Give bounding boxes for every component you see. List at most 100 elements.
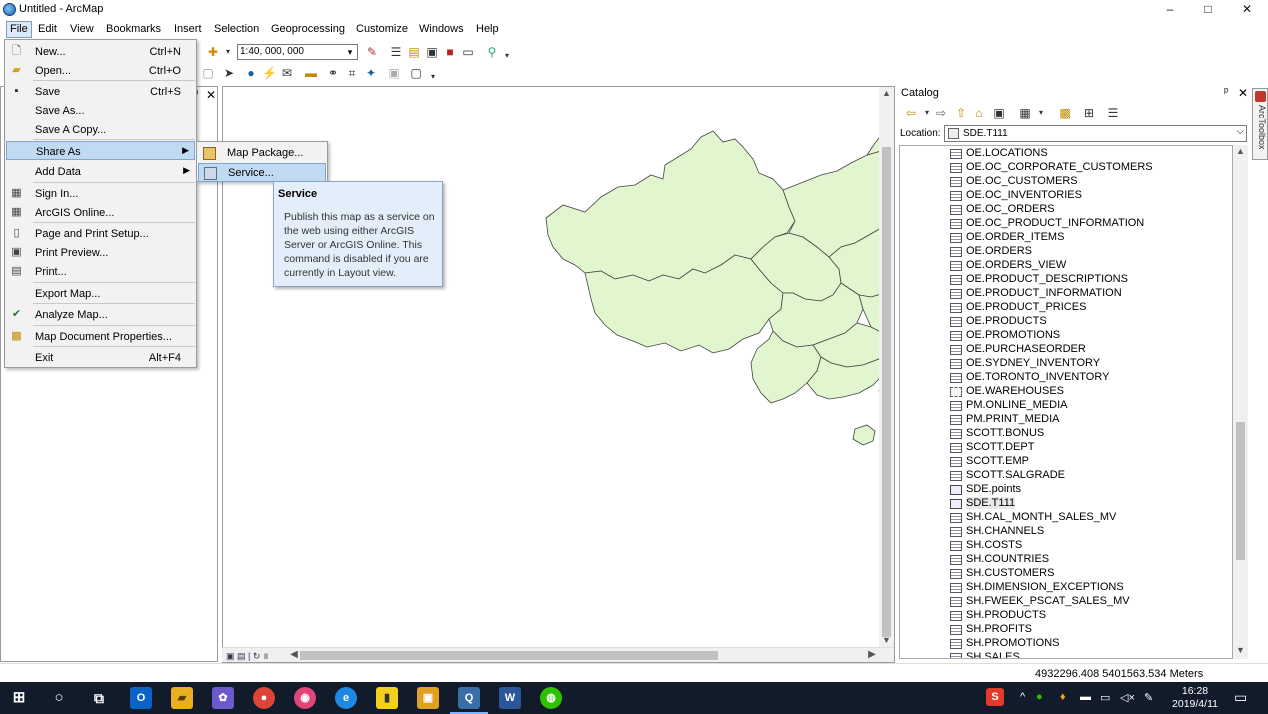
catalog-window-icon[interactable]: ▤ [407, 45, 421, 59]
arccatalog-icon[interactable]: ▣ [417, 687, 439, 709]
location-combo[interactable]: SDE.T111 ⌵ [944, 125, 1247, 142]
map-vertical-scrollbar[interactable]: ▲ ▼ [879, 87, 894, 647]
time-slider-icon[interactable]: ▣ [387, 66, 401, 80]
scroll-up-icon[interactable]: ▲ [1233, 146, 1248, 156]
catalog-pin-icon[interactable]: ᵖ [1224, 86, 1228, 98]
scroll-right-icon[interactable]: ▶ [866, 648, 878, 662]
modelbuilder-icon[interactable]: ⚲ [485, 45, 499, 59]
menu-customize[interactable]: Customize [356, 23, 408, 35]
arcmap-taskbar-icon[interactable]: Q [450, 687, 488, 714]
search-icon[interactable]: ○ [48, 687, 70, 709]
create-viewer-icon[interactable]: ▢ [409, 66, 423, 80]
file-explorer-icon[interactable]: ▰ [171, 687, 193, 709]
map-scale-combo[interactable]: 1:40, 000, 000 ▾ [237, 44, 358, 60]
chevron-down-icon[interactable]: ⌵ [1236, 126, 1244, 137]
identify-icon[interactable]: ● [244, 66, 258, 80]
tray-expand-icon[interactable]: ^ [1020, 691, 1025, 703]
add-data-dropdown-icon[interactable]: ▾ [221, 45, 235, 59]
menu-item-save-a-copy[interactable]: Save A Copy... [6, 120, 195, 139]
scrollbar-thumb[interactable] [300, 651, 718, 660]
view-switch-icons[interactable]: ▣ ▤ | ↻ ॥ [226, 649, 268, 662]
catalog-tree[interactable]: OE.LOCATIONS OE.OC_CORPORATE_CUSTOMERS OE.… [899, 145, 1233, 659]
connect-folder-icon[interactable]: ▣ [992, 106, 1006, 120]
map-horizontal-scrollbar[interactable]: ▣ ▤ | ↻ ॥ ◀ ▶ [222, 647, 894, 662]
menu-item-map-package[interactable]: Map Package... [198, 144, 326, 163]
menu-item-print[interactable]: ▤ Print... [6, 262, 195, 281]
menu-item-service[interactable]: Service... [198, 163, 326, 182]
sticky-notes-icon[interactable]: ▮ [376, 687, 398, 709]
word-icon[interactable]: W [499, 687, 521, 709]
close-button[interactable]: ✕ [1232, 2, 1262, 18]
network-icon[interactable]: ▭ [1100, 691, 1110, 704]
scrollbar-thumb[interactable] [882, 147, 891, 637]
outlook-icon[interactable]: O [130, 687, 152, 709]
maximize-button[interactable]: □ [1193, 2, 1223, 18]
search-window-icon[interactable]: ▣ [425, 45, 439, 59]
menu-item-share-as[interactable]: Share As ▶ [6, 141, 195, 160]
menu-item-map-document-properties[interactable]: ▩ Map Document Properties... [6, 327, 195, 346]
app-icon[interactable]: ✿ [212, 687, 234, 709]
hyperlink-icon[interactable]: ⚡ [262, 66, 277, 80]
add-data-icon[interactable]: ✚ [206, 45, 220, 59]
browser-icon[interactable]: e [335, 687, 357, 709]
scroll-down-icon[interactable]: ▼ [879, 634, 894, 647]
menu-item-new[interactable]: 🗋 New... Ctrl+N [6, 42, 195, 61]
toggle-tree-icon[interactable]: ⊞ [1082, 106, 1096, 120]
back-dropdown-icon[interactable]: ▾ [920, 106, 934, 120]
menu-item-print-preview[interactable]: ▣ Print Preview... [6, 243, 195, 262]
menu-item-save[interactable]: ▪ Save Ctrl+S [6, 82, 195, 101]
menu-item-add-data[interactable]: Add Data ▶ [6, 162, 195, 181]
toc-close-icon[interactable]: ✕ [206, 88, 216, 102]
select-elements-icon[interactable]: ➤ [222, 66, 236, 80]
menu-bookmarks[interactable]: Bookmarks [106, 23, 161, 35]
toolbar-overflow-icon[interactable]: ▾ [500, 49, 514, 63]
view-dropdown-icon[interactable]: ▾ [1034, 106, 1048, 120]
menu-help[interactable]: Help [476, 23, 499, 35]
new-folder-icon[interactable]: ▩ [1058, 106, 1072, 120]
zoom-full-extent-icon[interactable]: ▢ [201, 66, 215, 80]
catalog-scrollbar[interactable]: ▲ ▼ [1233, 145, 1248, 659]
menu-edit[interactable]: Edit [38, 23, 57, 35]
table-of-contents-icon[interactable]: ☰ [389, 45, 403, 59]
chrome-icon[interactable]: ● [253, 687, 275, 709]
scrollbar-thumb[interactable] [1236, 422, 1245, 560]
pen-icon[interactable]: ✎ [1144, 691, 1153, 704]
html-popup-icon[interactable]: ✉ [280, 66, 294, 80]
menu-item-analyze-map[interactable]: ✔ Analyze Map... [6, 305, 195, 324]
windows-start-icon[interactable]: ⊞ [8, 687, 30, 709]
home-icon[interactable]: ⌂ [972, 106, 986, 120]
menu-selection[interactable]: Selection [214, 23, 259, 35]
go-to-xy-icon[interactable]: ✦ [364, 66, 378, 80]
find-route-icon[interactable]: ⌗ [345, 66, 359, 80]
menu-item-export-map[interactable]: Export Map... [6, 284, 195, 303]
volume-icon[interactable]: ◁× [1120, 691, 1135, 704]
up-one-level-icon[interactable]: ⇧ [954, 106, 968, 120]
menu-file[interactable]: File [6, 21, 32, 38]
menu-windows[interactable]: Windows [419, 23, 464, 35]
scroll-left-icon[interactable]: ◀ [288, 648, 300, 662]
minimize-button[interactable]: – [1155, 2, 1185, 18]
notification-icon[interactable]: ▭ [1234, 689, 1247, 706]
battery-icon[interactable]: ▬ [1080, 691, 1091, 703]
arctoolbox-side-tab[interactable]: ArcToolbox [1252, 88, 1268, 160]
toolbar-overflow-icon-2[interactable]: ▾ [426, 70, 440, 84]
menu-item-page-and-print-setup[interactable]: ▯ Page and Print Setup... [6, 224, 195, 243]
menu-item-open[interactable]: ▰ Open... Ctrl+O [6, 61, 195, 80]
view-list-icon[interactable]: ▦ [1018, 106, 1032, 120]
find-icon[interactable]: ⚭ [326, 66, 340, 80]
menu-geoprocessing[interactable]: Geoprocessing [271, 23, 345, 35]
taskbar-clock[interactable]: 16:28 2019/4/11 [1168, 685, 1222, 711]
python-window-icon[interactable]: ▭ [461, 45, 475, 59]
options-icon[interactable]: ☰ [1106, 106, 1120, 120]
menu-item-exit[interactable]: Exit Alt+F4 [6, 348, 195, 367]
tray-app-icon[interactable]: S [986, 688, 1004, 706]
back-arrow-icon[interactable]: ⇦ [904, 106, 918, 120]
tray-ime-icon[interactable]: ♦ [1060, 691, 1066, 703]
tray-wechat-icon[interactable]: ● [1036, 691, 1043, 703]
editor-toolbar-icon[interactable]: ✎ [365, 45, 379, 59]
menu-insert[interactable]: Insert [174, 23, 202, 35]
scroll-down-icon[interactable]: ▼ [1233, 645, 1248, 655]
wechat-icon[interactable]: ◍ [540, 687, 562, 709]
colorful-app-icon[interactable]: ◉ [294, 687, 316, 709]
menu-view[interactable]: View [70, 23, 94, 35]
